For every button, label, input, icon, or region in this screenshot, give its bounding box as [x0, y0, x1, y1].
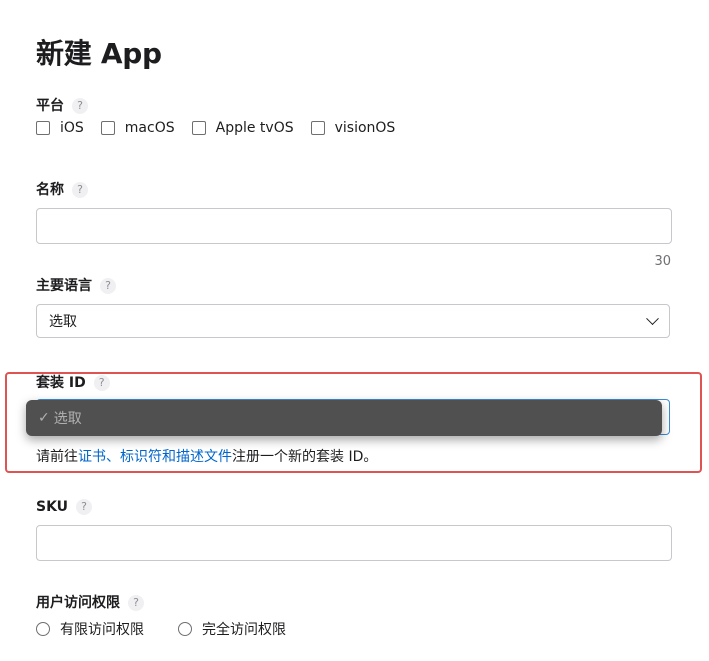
checkmark-icon: ✓ — [38, 410, 50, 426]
user-access-radio-group: 有限访问权限 完全访问权限 — [36, 619, 320, 639]
bundle-id-popup-option-label: 选取 — [53, 411, 82, 427]
sku-label-row: SKU ? — [36, 497, 93, 517]
checkbox-icon[interactable] — [36, 121, 50, 135]
platform-checkbox-visionos[interactable]: visionOS — [310, 120, 396, 136]
user-access-option-label: 完全访问权限 — [202, 622, 286, 638]
user-access-radio-limited[interactable]: 有限访问权限 — [36, 619, 144, 639]
primary-language-label: 主要语言 — [36, 278, 92, 294]
bundle-id-hint: 请前往证书、标识符和描述文件注册一个新的套装 ID。 — [36, 446, 377, 466]
name-char-counter: 30 — [654, 254, 671, 269]
name-label: 名称 — [36, 182, 64, 198]
sku-input[interactable] — [36, 525, 672, 561]
bundle-id-hint-suffix: 注册一个新的套装 ID。 — [232, 449, 378, 465]
platform-checkbox-tvos[interactable]: Apple tvOS — [191, 120, 294, 136]
chevron-down-icon — [646, 311, 659, 325]
page-title: 新建 App — [36, 37, 162, 70]
platform-checkbox-macos[interactable]: macOS — [100, 120, 175, 136]
checkbox-icon[interactable] — [191, 121, 206, 135]
platform-option-label: visionOS — [334, 120, 396, 136]
checkbox-icon[interactable] — [310, 121, 325, 135]
name-help-icon[interactable]: ? — [72, 182, 88, 198]
bundle-id-label-row: 套装 ID ? — [36, 373, 110, 393]
platform-option-label: iOS — [60, 120, 84, 136]
checkbox-icon[interactable] — [100, 121, 115, 135]
platform-help-icon[interactable]: ? — [72, 98, 88, 114]
user-access-label: 用户访问权限 — [36, 595, 120, 611]
certificates-identifiers-link[interactable]: 证书、标识符和描述文件 — [78, 449, 232, 465]
sku-help-icon[interactable]: ? — [76, 499, 93, 515]
name-input[interactable] — [36, 208, 672, 244]
bundle-id-popup-option[interactable]: ✓ 选取 — [26, 400, 662, 436]
platform-option-label: Apple tvOS — [215, 120, 294, 136]
bundle-id-label: 套装 ID — [36, 375, 86, 391]
user-access-option-label: 有限访问权限 — [60, 622, 144, 638]
primary-language-label-row: 主要语言 ? — [36, 276, 116, 296]
bundle-id-hint-prefix: 请前往 — [36, 449, 78, 465]
bundle-id-help-icon[interactable]: ? — [93, 375, 110, 391]
user-access-radio-full[interactable]: 完全访问权限 — [178, 619, 286, 639]
platform-checkbox-group: iOS macOS Apple tvOS visionOS — [36, 120, 412, 136]
name-label-row: 名称 ? — [36, 180, 88, 200]
platform-option-label: macOS — [124, 120, 175, 136]
platform-label: 平台 — [36, 98, 64, 114]
user-access-label-row: 用户访问权限 ? — [36, 593, 144, 613]
platform-checkbox-ios[interactable]: iOS — [36, 120, 84, 136]
primary-language-help-icon[interactable]: ? — [100, 278, 116, 294]
primary-language-select[interactable]: 选取 — [36, 304, 670, 338]
sku-label: SKU — [36, 499, 69, 515]
platform-label-row: 平台 ? — [36, 96, 88, 116]
primary-language-selected: 选取 — [49, 314, 77, 330]
radio-icon[interactable] — [36, 622, 50, 636]
user-access-help-icon[interactable]: ? — [128, 595, 144, 611]
radio-icon[interactable] — [178, 622, 192, 636]
